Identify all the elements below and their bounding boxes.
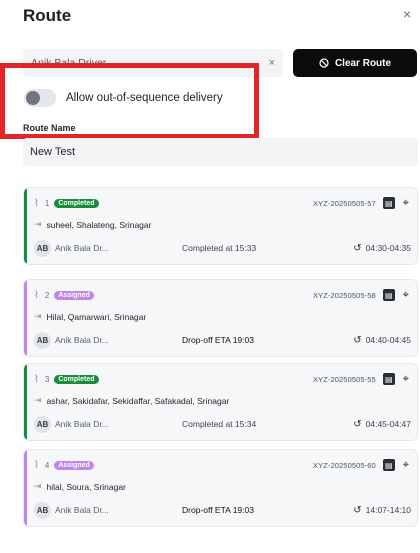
status-bar [24,364,27,440]
stop-header: ⌇ 3 Completed XYZ-20250505-55 ▤ ⌖ [34,372,409,386]
stop-footer: AB Anik Bala Dr... Completed at 15:34 ↺ … [34,415,411,433]
stop-address: Hilal, Qamarwari, Srinagar [46,311,147,322]
stop-sequence: 4 [44,460,50,470]
stop-footer: AB Anik Bala Dr... Drop-off ETA 19:03 ↺ … [34,331,411,349]
stop-address-row: ⇥ Hilal, Qamarwari, Srinagar [34,311,146,322]
route-icon: ⌇ [34,289,39,301]
route-icon: ⌇ [34,459,39,471]
order-id: XYZ-20250505-57 [313,198,376,208]
stop-footer: AB Anik Bala Dr... Drop-off ETA 19:03 ↺ … [34,501,411,519]
close-icon[interactable]: × [403,6,411,22]
stop-card[interactable]: ⌇ 4 Assigned XYZ-20250505-60 ▤ ⌖ ⇥ hilal… [23,449,418,527]
stop-footer: AB Anik Bala Dr... Completed at 15:33 ↺ … [34,239,411,257]
dropoff-arrow-icon: ⇥ [34,219,42,229]
clear-route-label: Clear Route [334,57,392,69]
order-id: XYZ-20250505-55 [313,374,376,384]
status-badge: Assigned [54,290,94,300]
crosshair-icon[interactable]: ⌖ [403,197,409,210]
stop-status-text: Completed at 15:34 [182,419,257,429]
document-icon[interactable]: ▤ [382,289,395,301]
status-badge: Assigned [54,460,94,470]
order-id: XYZ-20250505-60 [313,460,376,470]
document-icon[interactable]: ▤ [382,373,395,385]
stop-address-row: ⇥ hilal, Soura, Srinagar [34,481,126,492]
time-window: ↺ 04:45-04:47 [353,419,411,430]
driver-name: Anik Bala Dr... [55,505,109,515]
dropoff-arrow-icon: ⇥ [34,395,42,405]
document-icon[interactable]: ▤ [382,459,395,471]
stop-status-text: Drop-off ETA 19:03 [182,505,254,515]
avatar: AB [34,415,51,433]
history-icon: ↺ [353,418,362,430]
stop-address: suheel, Shalateng, Srinagar [46,219,152,230]
driver-name: Anik Bala Dr... [55,243,109,253]
crosshair-icon[interactable]: ⌖ [403,459,409,472]
dropoff-arrow-icon: ⇥ [34,481,42,491]
status-bar [24,450,27,526]
avatar: AB [34,239,51,257]
stop-status-text: Completed at 15:33 [182,243,257,253]
stop-card[interactable]: ⌇ 1 Completed XYZ-20250505-57 ▤ ⌖ ⇥ suhe… [23,187,418,265]
stop-sequence: 2 [44,290,50,300]
avatar: AB [34,331,51,349]
time-window: ↺ 04:30-04:35 [353,243,411,254]
stop-address: hilal, Soura, Srinagar [46,481,126,492]
status-badge: Completed [54,374,99,384]
status-bar [24,280,27,356]
status-bar [24,188,27,264]
stop-card[interactable]: ⌇ 2 Assigned XYZ-20250505-58 ▤ ⌖ ⇥ Hilal… [23,279,418,357]
stop-address-row: ⇥ suheel, Shalateng, Srinagar [34,219,151,230]
time-window: ↺ 14:07-14:10 [353,505,411,516]
clear-route-button[interactable]: Clear Route [293,49,417,77]
stop-header: ⌇ 4 Assigned XYZ-20250505-60 ▤ ⌖ [34,458,409,472]
panel-header: Route [23,6,71,26]
driver-name: Anik Bala Dr... [55,419,109,429]
stop-header: ⌇ 1 Completed XYZ-20250505-57 ▤ ⌖ [34,196,409,210]
dropoff-arrow-icon: ⇥ [34,311,42,321]
route-icon: ⌇ [34,373,39,385]
stop-sequence: 1 [44,198,50,208]
stop-status-text: Drop-off ETA 19:03 [182,335,254,345]
time-window: ↺ 04:40-04:45 [353,335,411,346]
time-window-text: 04:45-04:47 [365,419,411,429]
stop-sequence: 3 [44,374,50,384]
time-window-text: 14:07-14:10 [365,505,411,515]
stop-header: ⌇ 2 Assigned XYZ-20250505-58 ▤ ⌖ [34,288,409,302]
history-icon: ↺ [353,504,362,516]
history-icon: ↺ [353,334,362,346]
route-name-label: Route Name [23,123,76,133]
driver-name: Anik Bala Dr... [55,335,109,345]
route-icon: ⌇ [34,197,39,209]
page-title: Route [23,6,72,25]
order-id: XYZ-20250505-58 [313,290,376,300]
stop-address-row: ⇥ ashar, Sakidafar, Sekidaffar, Safakada… [34,395,229,406]
time-window-text: 04:40-04:45 [365,335,411,345]
time-window-text: 04:30-04:35 [365,243,411,253]
clear-driver-icon[interactable]: × [269,57,275,69]
stop-card[interactable]: ⌇ 3 Completed XYZ-20250505-55 ▤ ⌖ ⇥ asha… [23,363,418,441]
avatar: AB [34,501,51,519]
crosshair-icon[interactable]: ⌖ [403,289,409,302]
history-icon: ↺ [353,242,362,254]
crosshair-icon[interactable]: ⌖ [403,373,409,386]
stop-address: ashar, Sakidafar, Sekidaffar, Safakadal,… [46,395,230,406]
route-name-input[interactable]: New Test [23,138,418,166]
document-icon[interactable]: ▤ [382,197,395,209]
ban-icon [319,58,329,68]
status-badge: Completed [54,198,99,208]
